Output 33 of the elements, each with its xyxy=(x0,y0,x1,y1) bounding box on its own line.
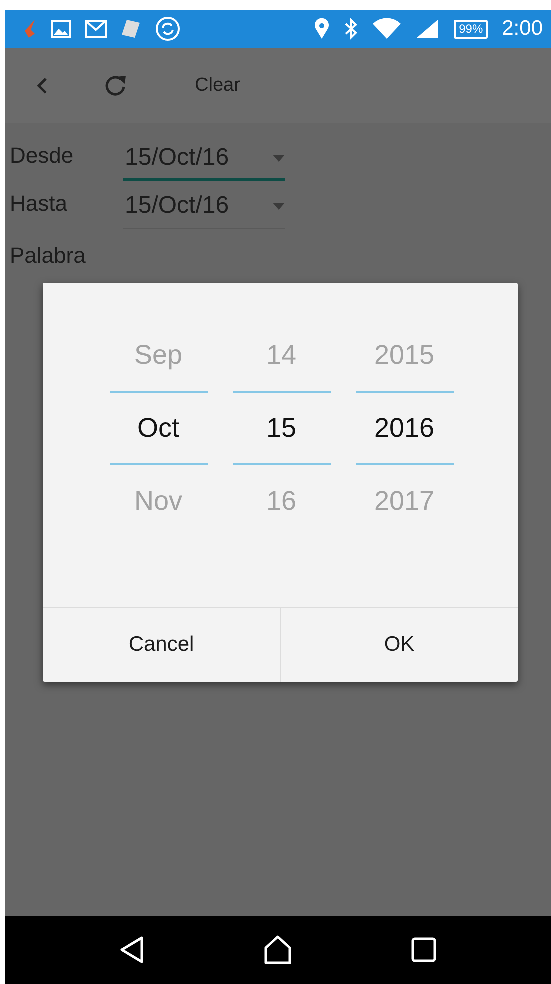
field-label: Hasta xyxy=(10,191,68,218)
caret-icon xyxy=(273,154,285,162)
picker-option[interactable]: 14 xyxy=(266,319,297,391)
wifi-icon xyxy=(372,18,402,40)
notepad-icon xyxy=(121,19,141,39)
picker-option[interactable]: Sep xyxy=(134,319,183,391)
picker-selected-value[interactable]: 15 xyxy=(232,391,330,465)
signal-icon xyxy=(416,19,440,39)
image-icon xyxy=(51,20,71,38)
home-button[interactable] xyxy=(263,935,293,965)
mail-icon xyxy=(85,20,107,38)
picker-option[interactable]: 2017 xyxy=(374,465,435,537)
clock-time: 2:00 xyxy=(502,17,543,41)
bluetooth-icon xyxy=(344,18,358,40)
battery-indicator: 99% xyxy=(454,20,488,38)
picker-option[interactable]: 2015 xyxy=(374,319,435,391)
picker-selected-value[interactable]: Oct xyxy=(110,391,208,465)
date-dropdown[interactable]: 15/Oct/16 xyxy=(123,144,285,181)
date-dropdown[interactable]: 15/Oct/16 xyxy=(123,192,285,229)
recent-apps-button[interactable] xyxy=(411,937,437,963)
location-pin-icon xyxy=(314,18,330,40)
field-label: Palabra xyxy=(10,243,86,269)
sync-icon xyxy=(155,16,181,42)
clear-button[interactable]: Clear xyxy=(191,70,244,100)
app-notification-icon xyxy=(23,19,37,39)
back-nav-button[interactable] xyxy=(119,936,145,964)
dialog-button[interactable]: OK xyxy=(280,608,518,682)
picker-selected-value[interactable]: 2016 xyxy=(356,391,454,465)
dialog-button[interactable]: Cancel xyxy=(43,608,280,682)
picker-option[interactable]: 16 xyxy=(266,465,297,537)
field-label: Desde xyxy=(10,143,75,170)
picker-option[interactable]: Nov xyxy=(134,465,182,537)
caret-icon xyxy=(273,202,285,210)
